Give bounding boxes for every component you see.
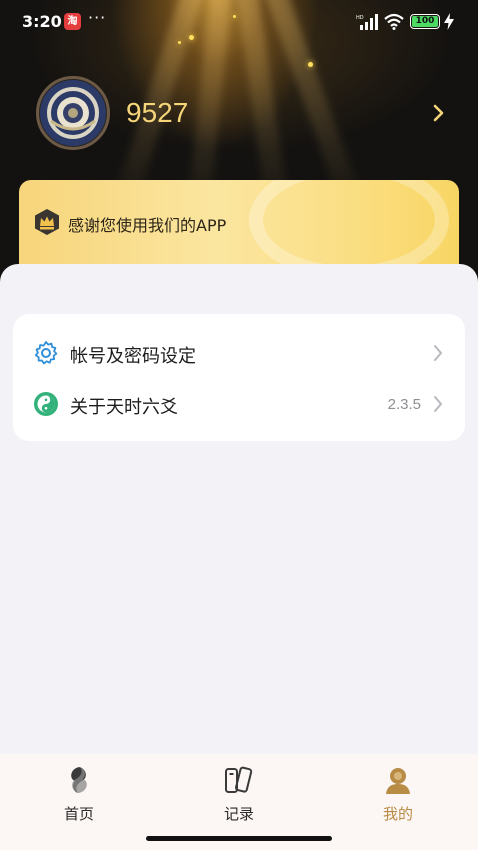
menu-item-account-settings[interactable]: 帐号及密码设定 xyxy=(13,327,465,379)
charging-bolt-icon xyxy=(444,13,454,30)
profile-header-background: 3:20 淘 ··· HD 100 9527 感谢您使用我们的APP xyxy=(0,0,478,300)
menu-item-label: 关于天时六爻 xyxy=(70,397,178,418)
taobao-notification-icon: 淘 xyxy=(64,13,81,30)
home-fish-icon xyxy=(71,767,87,793)
tab-label: 记录 xyxy=(223,805,254,823)
crown-icon xyxy=(35,209,59,235)
tab-records[interactable]: 记录 xyxy=(179,754,299,834)
menu-item-about-app[interactable]: 关于天时六爻 2.3.5 xyxy=(13,378,465,430)
chevron-right-icon xyxy=(434,345,443,361)
wifi-icon xyxy=(384,13,404,30)
record-book-icon xyxy=(225,766,253,793)
banner-text: 感谢您使用我们的APP xyxy=(68,216,227,235)
yinyang-icon xyxy=(34,392,58,416)
tab-mine[interactable]: 我的 xyxy=(338,754,458,834)
battery-level: 100 xyxy=(412,16,438,27)
tab-home[interactable]: 首页 xyxy=(19,754,139,834)
battery-icon: 100 xyxy=(410,14,440,29)
more-notifications-icon: ··· xyxy=(88,8,107,27)
username[interactable]: 9527 xyxy=(126,97,188,129)
tab-label: 我的 xyxy=(382,805,413,823)
chevron-right-icon[interactable] xyxy=(432,103,446,123)
menu-item-label: 帐号及密码设定 xyxy=(70,346,196,367)
chevron-right-icon xyxy=(434,396,443,412)
signal-icon: HD xyxy=(356,14,378,30)
status-time: 3:20 xyxy=(22,12,62,31)
settings-menu-card: 帐号及密码设定 关于天时六爻 2.3.5 xyxy=(13,314,465,441)
svg-text:HD: HD xyxy=(356,15,364,21)
avatar[interactable] xyxy=(36,76,110,150)
app-version: 2.3.5 xyxy=(387,396,421,413)
gear-icon xyxy=(34,341,58,365)
tab-label: 首页 xyxy=(63,805,94,823)
status-bar: 3:20 淘 ··· HD 100 xyxy=(0,0,478,44)
profile-person-icon xyxy=(386,768,410,794)
home-indicator[interactable] xyxy=(146,836,332,841)
avatar-emblem-icon xyxy=(40,80,106,146)
